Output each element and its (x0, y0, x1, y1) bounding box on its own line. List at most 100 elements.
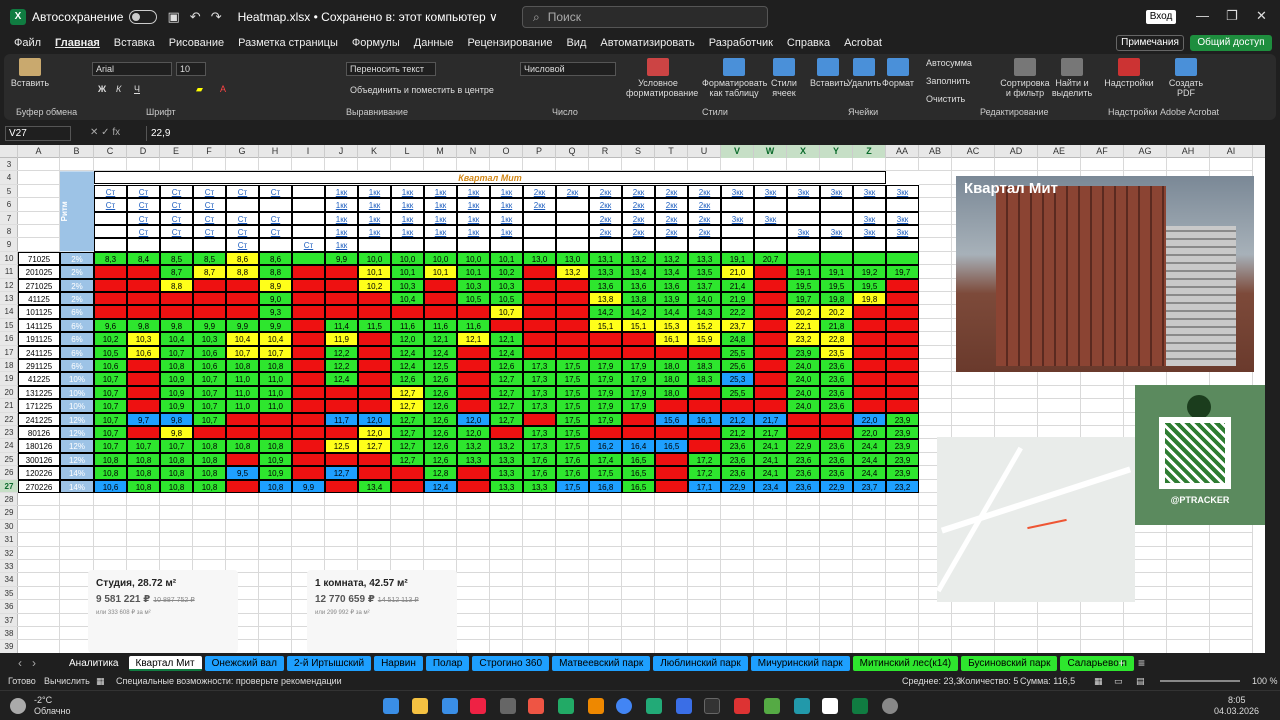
cell[interactable] (358, 519, 391, 534)
cell[interactable] (193, 506, 226, 520)
column-header[interactable]: U (688, 145, 721, 158)
unit-type-cell[interactable]: 2кк (622, 198, 655, 212)
price-cell[interactable]: 17,5 (556, 479, 589, 493)
unit-type-cell[interactable] (721, 198, 754, 212)
price-cell[interactable]: 18,3 (688, 359, 721, 373)
cell[interactable] (589, 158, 622, 172)
price-cell[interactable]: 8,5 (193, 251, 226, 266)
cell[interactable] (556, 613, 589, 627)
price-cell[interactable]: 11,5 (358, 318, 391, 333)
unit-type-cell[interactable]: 2кк (523, 198, 556, 212)
cell[interactable] (94, 533, 127, 547)
price-cell[interactable] (754, 359, 787, 373)
date-cell[interactable]: 291125 (18, 359, 60, 373)
date-cell[interactable]: 171225 (18, 399, 60, 413)
cell[interactable] (424, 158, 457, 172)
column-header[interactable]: I (292, 145, 325, 158)
price-cell[interactable]: 17,3 (523, 399, 556, 413)
row-header[interactable]: 11 (0, 265, 18, 279)
cell[interactable] (655, 506, 688, 520)
cell[interactable] (127, 533, 160, 547)
price-cell[interactable] (127, 399, 160, 413)
price-cell[interactable]: 25,3 (721, 372, 754, 386)
cell[interactable] (589, 600, 622, 614)
price-cell[interactable]: 14,2 (589, 305, 622, 319)
price-cell[interactable]: 23,6 (820, 439, 853, 453)
unit-type-cell[interactable]: 1кк (358, 198, 391, 212)
cell[interactable] (754, 506, 787, 520)
cell[interactable] (919, 158, 952, 172)
price-cell[interactable]: 19,1 (787, 265, 820, 279)
cell[interactable] (787, 519, 820, 534)
unit-type-cell[interactable] (787, 211, 820, 225)
cell[interactable] (688, 627, 721, 641)
price-cell[interactable]: 10,8 (160, 466, 193, 480)
cell[interactable] (688, 533, 721, 547)
cell[interactable] (1210, 158, 1253, 172)
price-cell[interactable] (589, 426, 622, 440)
price-cell[interactable]: 10,8 (127, 479, 160, 493)
row-header[interactable]: 19 (0, 372, 18, 386)
cell[interactable] (1038, 412, 1081, 426)
rhythm-cell[interactable]: 6% (60, 359, 94, 373)
price-cell[interactable]: 17,5 (556, 412, 589, 426)
price-cell[interactable]: 8,7 (160, 265, 193, 279)
price-cell[interactable]: 15,2 (688, 318, 721, 333)
price-cell[interactable]: 8,6 (259, 251, 292, 266)
cell[interactable] (721, 533, 754, 547)
cell[interactable] (787, 546, 820, 560)
cell[interactable] (18, 627, 60, 641)
cell[interactable] (820, 600, 853, 614)
row-header[interactable]: 16 (0, 332, 18, 346)
cell[interactable] (919, 251, 952, 266)
unit-type-cell[interactable]: 2кк (655, 184, 688, 199)
cell[interactable] (292, 506, 325, 520)
price-cell[interactable] (292, 265, 325, 279)
cell[interactable] (688, 546, 721, 560)
date-cell[interactable]: 201025 (18, 265, 60, 279)
cell[interactable] (820, 519, 853, 534)
price-cell[interactable]: 12,0 (457, 412, 490, 426)
cell[interactable] (853, 493, 886, 507)
price-cell[interactable] (391, 466, 424, 480)
unit-type-cell[interactable]: 1кк (391, 211, 424, 225)
cell[interactable] (787, 533, 820, 547)
app-icon[interactable] (500, 698, 516, 714)
unit-type-cell[interactable]: 2кк (589, 184, 622, 199)
price-cell[interactable]: 17,9 (622, 399, 655, 413)
column-header[interactable]: B (60, 145, 94, 158)
price-cell[interactable]: 17,9 (622, 385, 655, 400)
cell[interactable] (1081, 600, 1124, 614)
unit-type-cell[interactable]: 3кк (754, 211, 787, 225)
cell[interactable] (160, 546, 193, 560)
cell[interactable] (688, 586, 721, 601)
wrap-text-button[interactable]: Переносить текст (346, 62, 436, 76)
unit-type-cell[interactable]: 1кк (358, 211, 391, 225)
zoom-slider[interactable] (1160, 680, 1240, 682)
cell[interactable] (787, 560, 820, 574)
price-cell[interactable]: 19,5 (787, 278, 820, 292)
name-box[interactable]: V27 (5, 126, 71, 141)
cell[interactable] (226, 519, 259, 534)
cell[interactable] (1081, 627, 1124, 641)
cell[interactable] (952, 412, 995, 426)
cell[interactable] (1167, 546, 1210, 560)
price-cell[interactable]: 13,2 (457, 439, 490, 453)
price-cell[interactable]: 21,7 (754, 426, 787, 440)
row-header[interactable]: 38 (0, 627, 18, 641)
unit-type-cell[interactable]: 3кк (886, 225, 919, 239)
price-cell[interactable] (127, 292, 160, 306)
cell[interactable] (995, 627, 1038, 641)
price-cell[interactable] (292, 332, 325, 346)
price-cell[interactable] (754, 345, 787, 359)
price-cell[interactable]: 24,0 (787, 359, 820, 373)
price-cell[interactable] (193, 292, 226, 306)
cell[interactable] (94, 519, 127, 534)
row-header[interactable]: 27 (0, 479, 18, 493)
price-cell[interactable]: 10,8 (193, 479, 226, 493)
search-input[interactable]: ⌕ Поиск (522, 6, 768, 28)
price-cell[interactable] (292, 399, 325, 413)
price-cell[interactable]: 12,5 (424, 359, 457, 373)
cell[interactable] (391, 506, 424, 520)
price-cell[interactable] (457, 385, 490, 400)
